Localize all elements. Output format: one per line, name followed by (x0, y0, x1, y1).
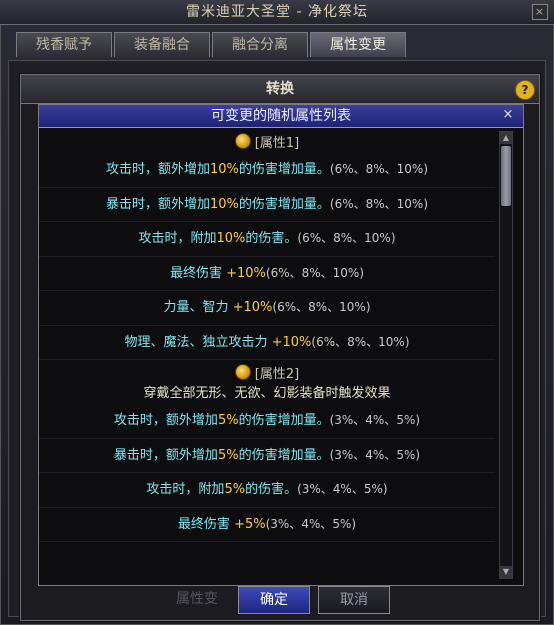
attribute-text: 最终伤害 (169, 265, 227, 281)
attribute-line: 暴击时，额外增加10%的伤害增加量。(6%、8%、10%) (39, 188, 495, 222)
confirm-button[interactable]: 确定 (238, 586, 310, 614)
attribute-value: 10% (216, 231, 246, 246)
attribute-line: 攻击时，额外增加10%的伤害增加量。(6%、8%、10%) (39, 153, 495, 188)
attribute-options: (6%、8%、10%) (297, 231, 396, 245)
medal-icon (234, 364, 251, 380)
attribute-line: 最终伤害 +10%(6%、8%、10%) (39, 257, 495, 291)
attribute-options: (6%、8%、10%) (329, 162, 429, 176)
scrollbar[interactable]: ▲ ▼ (499, 131, 513, 579)
attribute-text: 的伤害。 (245, 482, 298, 497)
close-icon[interactable]: × (532, 4, 548, 20)
attribute-text: 物理、魔法、独立攻击力 (124, 334, 272, 350)
scroll-thumb[interactable] (501, 146, 511, 206)
attribute-options: (6%、8%、10%) (311, 334, 410, 349)
attribute-value: 5% (217, 447, 239, 463)
attribute-group-header: [属性2] (39, 360, 495, 384)
attribute-value: +10% (232, 300, 273, 315)
attribute-line: 物理、魔法、独立攻击力 +10%(6%、8%、10%) (39, 326, 495, 360)
attribute-line: 攻击时，附加10%的伤害。(6%、8%、10%) (39, 222, 495, 257)
attribute-text: 攻击时，额外增加 (105, 162, 210, 177)
close-icon[interactable]: × (501, 107, 515, 123)
attribute-text: 攻击时，附加 (146, 482, 225, 497)
attribute-options: (3%、4%、5%) (329, 447, 421, 462)
attribute-line: 力量、智力 +10%(6%、8%、10%) (39, 291, 495, 326)
attribute-line: 暴击时，额外增加5%的伤害增加量。(3%、4%、5%) (39, 439, 495, 473)
attribute-options: (3%、4%、5%) (329, 413, 421, 427)
tab-attribute-change[interactable]: 属性变更 (310, 32, 406, 57)
attribute-options: (6%、8%、10%) (329, 196, 429, 211)
attribute-options: (6%、8%、10%) (272, 300, 371, 314)
help-icon[interactable]: ? (515, 80, 535, 100)
attribute-list-popup: 可变更的随机属性列表 × [属性1] 攻击时，额外增加10%的伤害增加量。(6%… (38, 104, 524, 586)
window-title: 雷米迪亚大圣堂 - 净化祭坛 × (0, 0, 554, 25)
attribute-text: 的伤害增加量。 (238, 196, 330, 212)
attribute-value: 10% (209, 196, 239, 212)
attribute-list-title: 可变更的随机属性列表 × (39, 105, 523, 128)
attribute-text: 最终伤害 (177, 516, 235, 532)
attribute-group-header: [属性1] (39, 129, 495, 153)
attribute-text: 力量、智力 (163, 300, 233, 315)
set-effect-note: 穿戴全部无形、无欲、幻影装备时触发效果 (143, 386, 391, 401)
attribute-group-1: 攻击时，额外增加10%的伤害增加量。(6%、8%、10%) 暴击时，额外增加10%… (39, 153, 495, 360)
attribute-value: 5% (224, 482, 246, 497)
attribute-line: 攻击时，附加5%的伤害。(3%、4%、5%) (39, 473, 495, 508)
attribute-text: 攻击时，附加 (138, 231, 217, 246)
attribute-group-2: 攻击时，额外增加5%的伤害增加量。(3%、4%、5%) 暴击时，额外增加5%的伤害… (39, 404, 495, 542)
attribute-text: 的伤害增加量。 (238, 162, 330, 177)
attribute-options: (3%、4%、5%) (265, 516, 357, 531)
attribute-options: (3%、4%、5%) (297, 482, 388, 496)
scroll-down-icon[interactable]: ▼ (500, 566, 512, 578)
scroll-up-icon[interactable]: ▲ (500, 132, 512, 144)
tab-scent[interactable]: 残香赋予 (16, 32, 112, 57)
attribute-value: +5% (234, 516, 266, 532)
convert-dialog-title: 转换 ? (21, 75, 539, 104)
attribute-options: (6%、8%、10%) (265, 265, 365, 280)
attribute-text: 暴击时，额外增加 (105, 196, 210, 212)
attribute-list-content: [属性1] 攻击时，额外增加10%的伤害增加量。(6%、8%、10%) 暴击时，额… (39, 129, 495, 585)
tab-fusion[interactable]: 装备融合 (114, 32, 210, 57)
tab-separation[interactable]: 融合分离 (212, 32, 308, 57)
background-button: 属性变 (176, 591, 218, 607)
attribute-text: 攻击时，额外增加 (113, 413, 218, 428)
attribute-value: 10% (209, 162, 239, 177)
attribute-value: +10% (226, 265, 266, 281)
attribute-text: 的伤害增加量。 (238, 413, 330, 428)
attribute-line: 最终伤害 +5%(3%、4%、5%) (39, 508, 495, 542)
attribute-text: 暴击时，额外增加 (113, 447, 218, 463)
attribute-value: +10% (271, 334, 312, 350)
cancel-button[interactable]: 取消 (318, 586, 390, 614)
attribute-text: 的伤害增加量。 (238, 447, 330, 463)
attribute-text: 的伤害。 (245, 231, 298, 246)
medal-icon (234, 133, 251, 149)
attribute-line: 攻击时，额外增加5%的伤害增加量。(3%、4%、5%) (39, 404, 495, 439)
attribute-value: 5% (217, 413, 239, 428)
